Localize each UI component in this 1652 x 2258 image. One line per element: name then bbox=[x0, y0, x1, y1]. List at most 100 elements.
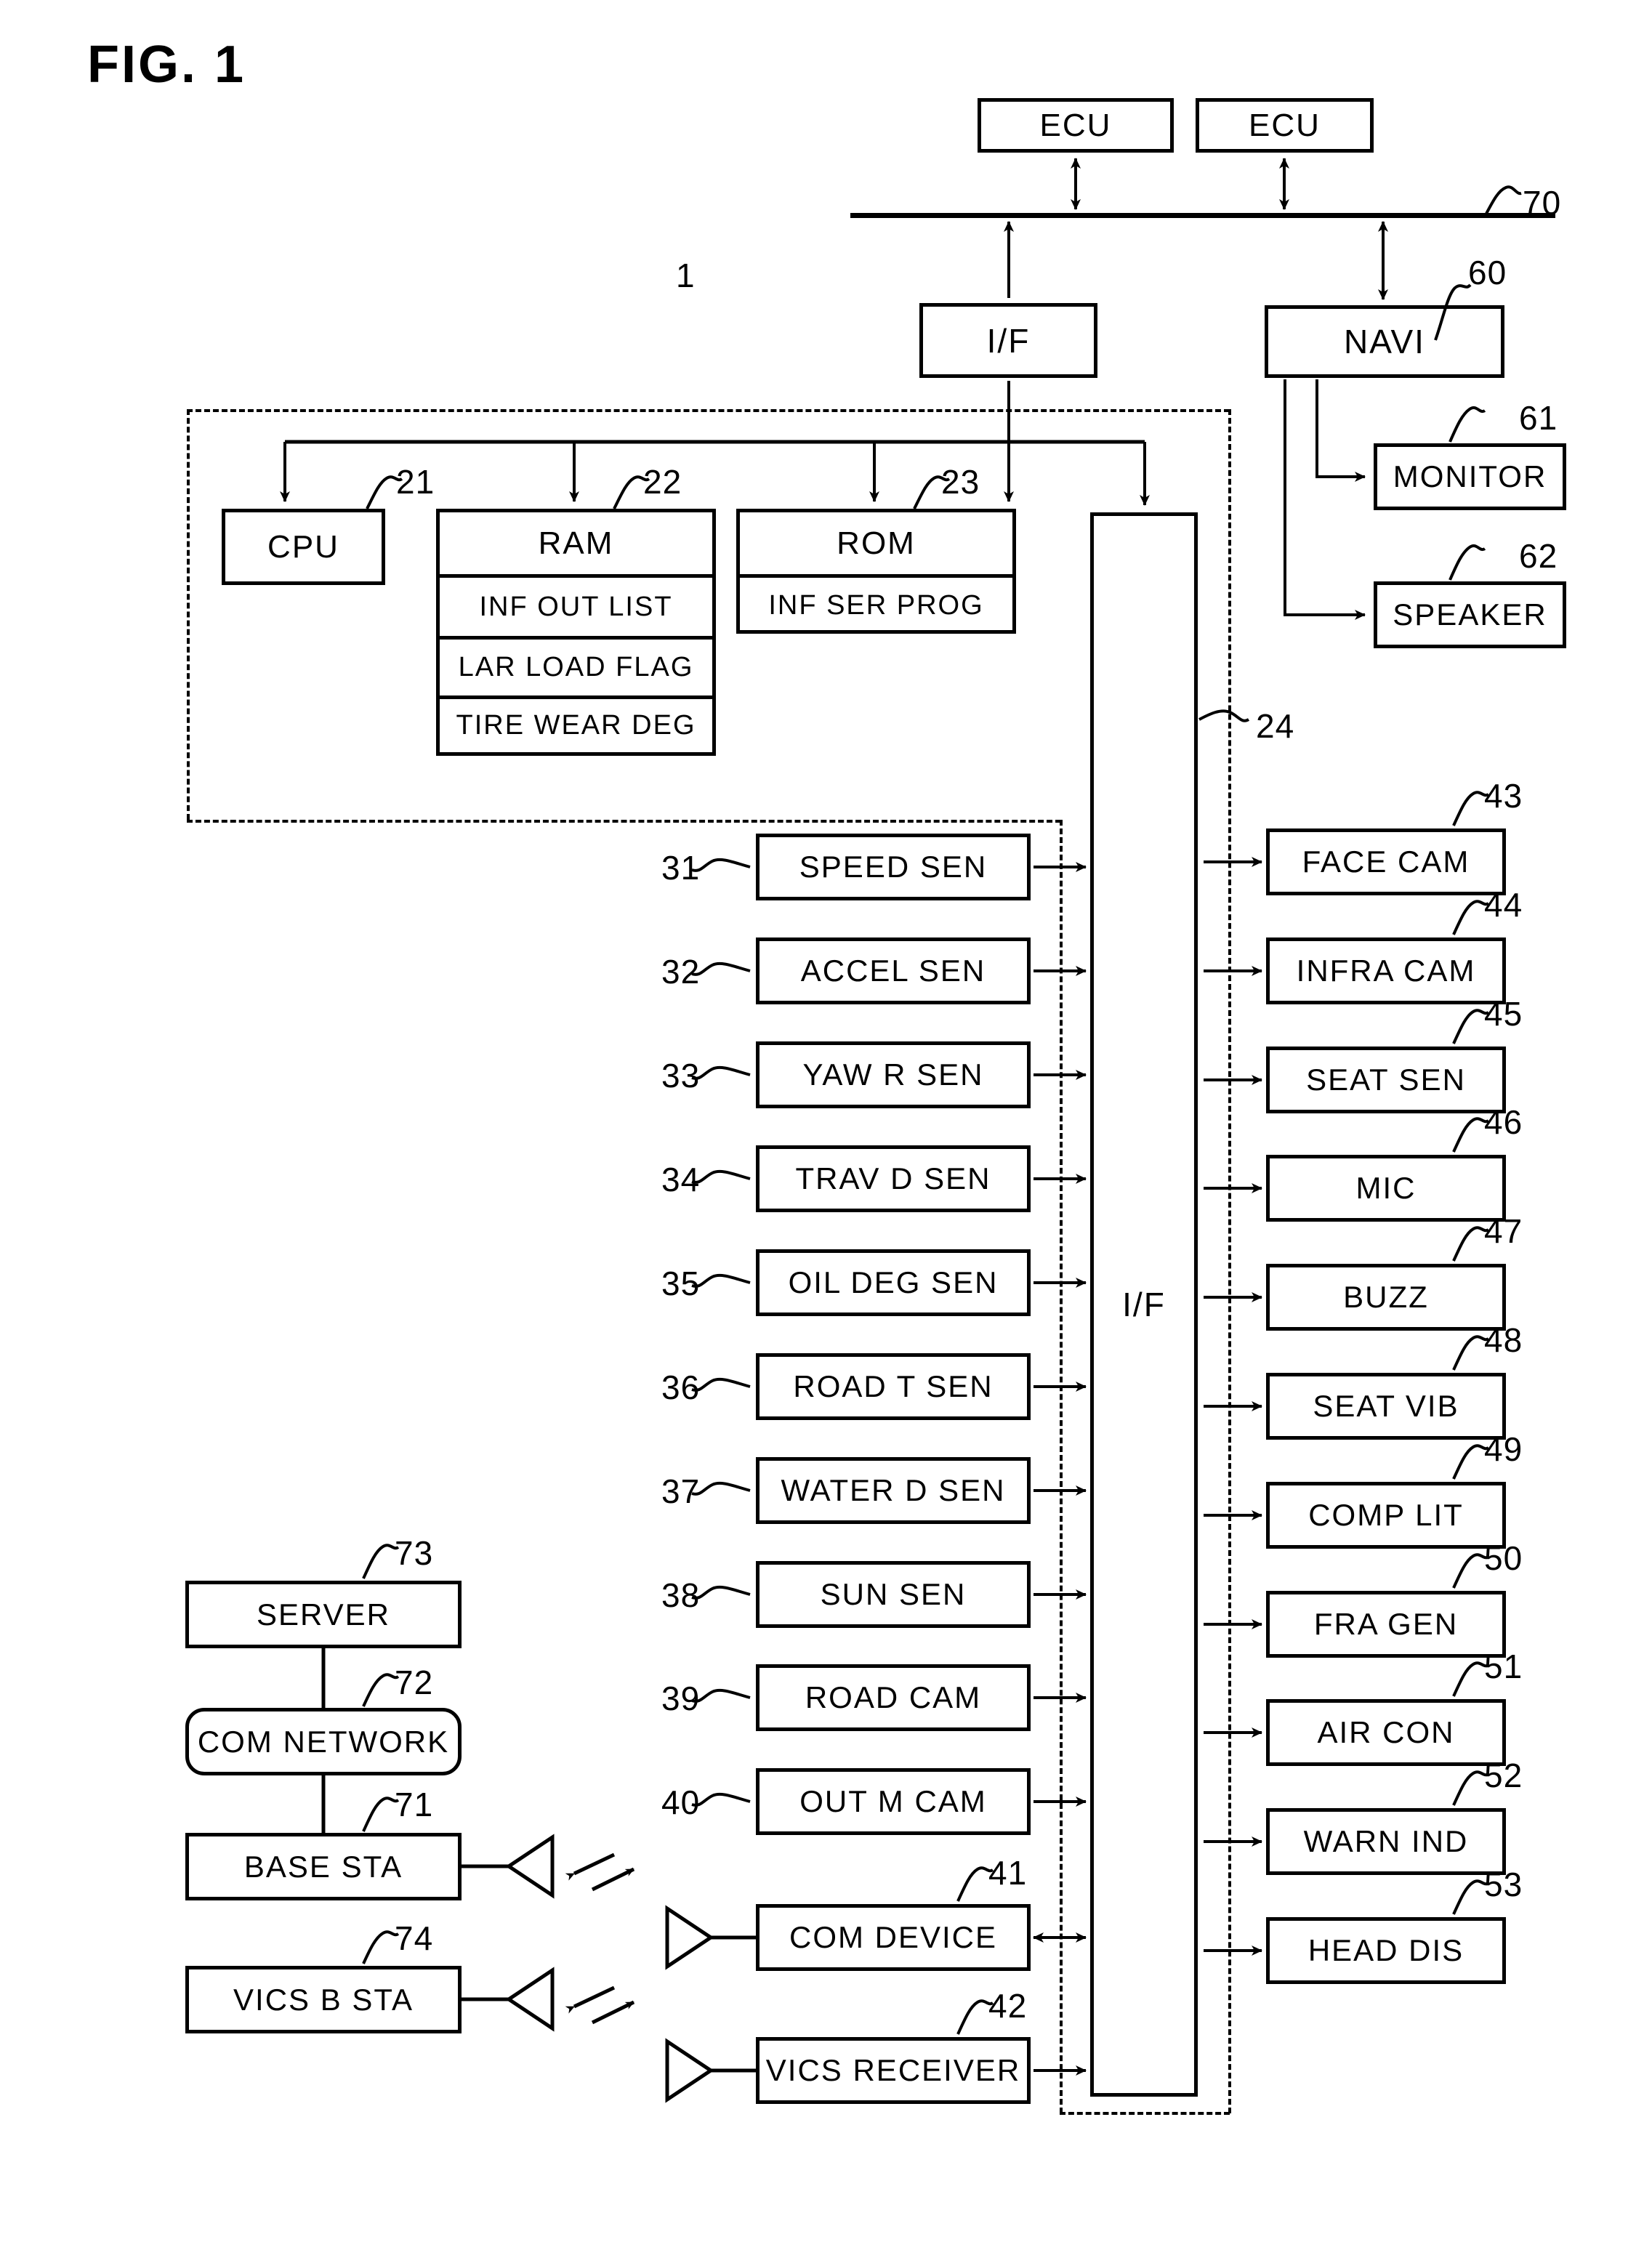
peripheral-device-label: SEAT VIB bbox=[1313, 1389, 1459, 1423]
peripheral-device-label: INFRA CAM bbox=[1296, 953, 1476, 988]
ref-49: 49 bbox=[1484, 1430, 1523, 1468]
ref-37: 37 bbox=[661, 1472, 701, 1510]
ecu-left-label: ECU bbox=[1039, 107, 1112, 143]
peripheral-device-label: FACE CAM bbox=[1302, 844, 1470, 879]
ref-1: 1 bbox=[676, 257, 696, 294]
navi-box: NAVI bbox=[1265, 305, 1504, 378]
ref-33: 33 bbox=[661, 1057, 701, 1094]
peripheral-device-label: COMP LIT bbox=[1308, 1498, 1464, 1532]
ref-34: 34 bbox=[661, 1161, 701, 1198]
peripheral-device-box-comp-lit: COMP LIT bbox=[1266, 1482, 1506, 1549]
ref-71: 71 bbox=[395, 1786, 434, 1823]
top-interface-box: I/F bbox=[919, 303, 1097, 378]
com-network-box: COM NETWORK bbox=[185, 1708, 462, 1775]
input-device-box-accel-sen: ACCEL SEN bbox=[756, 938, 1031, 1004]
ecu-right-box: ECU bbox=[1196, 98, 1374, 153]
input-device-label: SUN SEN bbox=[820, 1577, 967, 1611]
ecu-right-label: ECU bbox=[1249, 107, 1321, 143]
ref-45: 45 bbox=[1484, 995, 1523, 1033]
speaker-box: SPEAKER bbox=[1374, 581, 1566, 648]
com-network-label: COM NETWORK bbox=[197, 1724, 450, 1759]
navi-label: NAVI bbox=[1344, 323, 1425, 360]
input-device-box-road-t-sen: ROAD T SEN bbox=[756, 1353, 1031, 1420]
input-device-label: SPEED SEN bbox=[799, 850, 988, 884]
ref-60: 60 bbox=[1468, 254, 1507, 291]
ref-39: 39 bbox=[661, 1680, 701, 1717]
enclosure-bottom-edge bbox=[1060, 2112, 1230, 2115]
peripheral-device-label: AIR CON bbox=[1317, 1715, 1455, 1749]
rom-box: ROM INF SER PROG bbox=[736, 509, 1016, 634]
ref-21: 21 bbox=[396, 463, 435, 501]
input-device-label: ROAD T SEN bbox=[793, 1369, 994, 1403]
monitor-box: MONITOR bbox=[1374, 443, 1566, 510]
vehicle-bus-line bbox=[850, 213, 1555, 218]
ram-cell-lar-load-flag: LAR LOAD FLAG bbox=[440, 636, 712, 695]
ref-44: 44 bbox=[1484, 886, 1523, 924]
ram-box: RAM INF OUT LIST LAR LOAD FLAG TIRE WEAR… bbox=[436, 509, 716, 756]
ram-label: RAM bbox=[538, 525, 614, 561]
top-interface-label: I/F bbox=[986, 321, 1031, 360]
input-device-label: ACCEL SEN bbox=[800, 953, 986, 988]
input-device-box-road-cam: ROAD CAM bbox=[756, 1664, 1031, 1731]
enclosure-right-edge bbox=[1228, 409, 1231, 2113]
base-station-label: BASE STA bbox=[243, 1849, 403, 1884]
input-device-label: TRAV D SEN bbox=[795, 1161, 991, 1195]
input-device-box-oil-deg-sen: OIL DEG SEN bbox=[756, 1249, 1031, 1316]
input-device-label: OIL DEG SEN bbox=[788, 1265, 999, 1299]
ref-52: 52 bbox=[1484, 1757, 1523, 1794]
speaker-label: SPEAKER bbox=[1393, 597, 1547, 632]
rom-title: ROM bbox=[740, 512, 1012, 574]
input-device-box-trav-d-sen: TRAV D SEN bbox=[756, 1145, 1031, 1212]
ref-40: 40 bbox=[661, 1783, 701, 1821]
base-station-box: BASE STA bbox=[185, 1833, 462, 1900]
input-device-label: YAW R SEN bbox=[802, 1057, 984, 1092]
ref-61: 61 bbox=[1519, 399, 1558, 437]
monitor-label: MONITOR bbox=[1393, 459, 1547, 493]
ref-70: 70 bbox=[1523, 184, 1562, 222]
enclosure-left-edge-upper bbox=[187, 409, 190, 820]
input-device-label: ROAD CAM bbox=[805, 1680, 982, 1714]
peripheral-device-box-mic: MIC bbox=[1266, 1155, 1506, 1222]
peripheral-device-box-fra-gen: FRA GEN bbox=[1266, 1591, 1506, 1658]
peripheral-device-box-infra-cam: INFRA CAM bbox=[1266, 938, 1506, 1004]
rom-label: ROM bbox=[837, 525, 916, 561]
ref-24: 24 bbox=[1256, 707, 1295, 745]
peripheral-device-label: BUZZ bbox=[1343, 1280, 1429, 1314]
ref-62: 62 bbox=[1519, 537, 1558, 575]
peripheral-device-box-air-con: AIR CON bbox=[1266, 1699, 1506, 1766]
ref-42: 42 bbox=[988, 1987, 1028, 2025]
peripheral-device-label: SEAT SEN bbox=[1306, 1063, 1466, 1097]
peripheral-device-box-seat-vib: SEAT VIB bbox=[1266, 1373, 1506, 1440]
peripheral-device-label: WARN IND bbox=[1303, 1824, 1469, 1858]
ref-35: 35 bbox=[661, 1265, 701, 1302]
ref-43: 43 bbox=[1484, 777, 1523, 815]
input-device-label: WATER D SEN bbox=[781, 1473, 1006, 1507]
input-device-box-speed-sen: SPEED SEN bbox=[756, 834, 1031, 900]
ref-23: 23 bbox=[941, 463, 980, 501]
ref-48: 48 bbox=[1484, 1321, 1523, 1359]
ecu-left-box: ECU bbox=[978, 98, 1174, 153]
ram-cell-1-label: LAR LOAD FLAG bbox=[458, 652, 694, 682]
peripheral-device-box-seat-sen: SEAT SEN bbox=[1266, 1047, 1506, 1113]
vics-station-box: VICS B STA bbox=[185, 1966, 462, 2033]
vics-station-label: VICS B STA bbox=[233, 1982, 414, 2017]
ram-title: RAM bbox=[440, 512, 712, 574]
peripheral-device-label: FRA GEN bbox=[1313, 1607, 1459, 1641]
ref-73: 73 bbox=[395, 1534, 434, 1572]
peripheral-device-label: HEAD DIS bbox=[1308, 1933, 1464, 1967]
enclosure-lower-left-edge bbox=[187, 820, 1061, 823]
input-device-label: VICS RECEIVER bbox=[765, 2053, 1021, 2087]
rom-cell-inf-ser-prog: INF SER PROG bbox=[740, 574, 1012, 634]
central-interface-bar: I/F bbox=[1090, 512, 1198, 2097]
peripheral-device-box-head-dis: HEAD DIS bbox=[1266, 1917, 1506, 1984]
cpu-label: CPU bbox=[267, 528, 339, 565]
ref-22: 22 bbox=[643, 463, 682, 501]
ref-32: 32 bbox=[661, 953, 701, 991]
enclosure-left-edge-lower bbox=[1060, 820, 1063, 2113]
peripheral-device-box-face-cam: FACE CAM bbox=[1266, 828, 1506, 895]
ram-cell-2-label: TIRE WEAR DEG bbox=[456, 710, 696, 741]
input-device-box-out-m-cam: OUT M CAM bbox=[756, 1768, 1031, 1835]
input-device-label: COM DEVICE bbox=[789, 1920, 998, 1954]
input-device-box-vics-receiver: VICS RECEIVER bbox=[756, 2037, 1031, 2104]
input-device-box-sun-sen: SUN SEN bbox=[756, 1561, 1031, 1628]
